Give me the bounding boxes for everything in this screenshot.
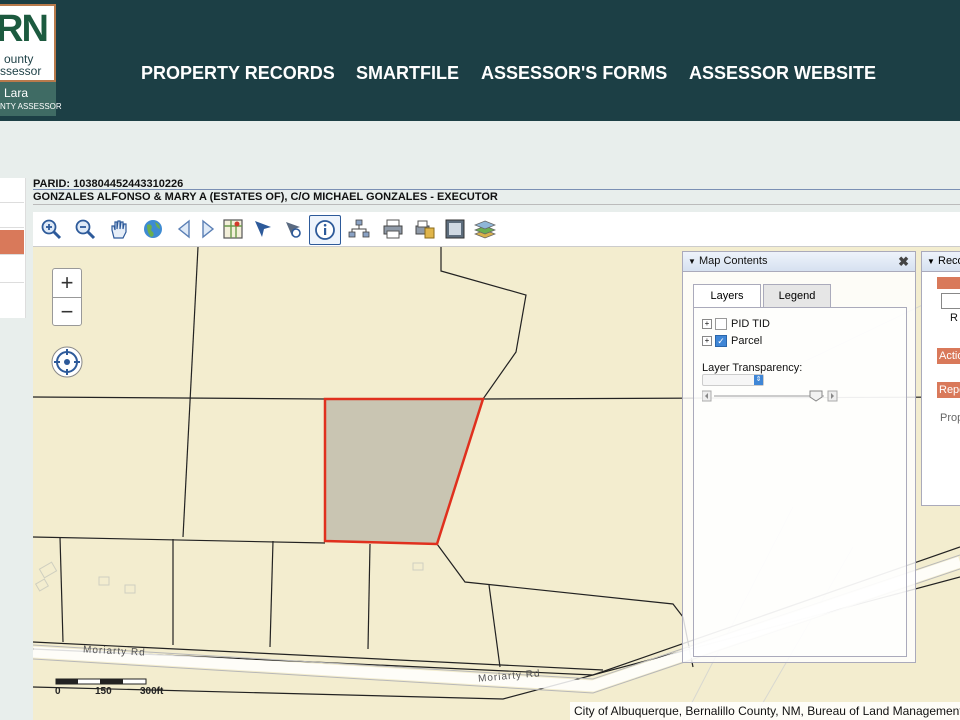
layer-transparency-select[interactable]: ⇕: [702, 374, 764, 386]
map-contents-title: Map Contents: [699, 255, 768, 267]
property-text: Prop: [940, 412, 960, 424]
actions-button[interactable]: Actio: [937, 348, 960, 364]
zoom-in-icon[interactable]: [39, 217, 63, 241]
globe-icon[interactable]: [141, 217, 165, 241]
layer-checkbox-parcel[interactable]: ✓: [715, 335, 727, 347]
layers-pane: + PID TID + ✓ Parcel Layer Transparency:…: [693, 307, 907, 657]
left-tab-4[interactable]: [0, 258, 24, 283]
zoom-out-icon[interactable]: [73, 217, 97, 241]
map-contents-header[interactable]: ▼ Map Contents ✖: [683, 252, 915, 272]
transparency-slider[interactable]: [702, 390, 838, 402]
print-icon[interactable]: [381, 217, 405, 241]
parcel-owner: GONZALES ALFONSO & MARY A (ESTATES OF), …: [33, 191, 498, 203]
county-assessor-logo[interactable]: RN ounty ssessor Lara NTY ASSESSOR: [0, 4, 62, 116]
map-toolbar: [33, 212, 960, 247]
select-arrow-icon[interactable]: [251, 217, 275, 241]
tab-layers[interactable]: Layers: [693, 284, 761, 308]
header-divider-2: [33, 204, 960, 205]
layer-pid-tid[interactable]: + PID TID: [702, 318, 770, 330]
layer-parcel[interactable]: + ✓ Parcel: [702, 335, 762, 347]
record-tab-active[interactable]: [937, 277, 960, 289]
left-tab-2[interactable]: [0, 203, 24, 228]
record-panel-header[interactable]: ▼ Reco: [922, 252, 960, 272]
zoom-in-button[interactable]: +: [53, 269, 81, 298]
record-panel: ▼ Reco R Actio Repo Prop: [921, 251, 960, 506]
nav-assessor-website[interactable]: ASSESSOR WEBSITE: [689, 63, 876, 84]
scale-label-300: 300ft: [140, 686, 164, 697]
layer-transparency-label: Layer Transparency:: [702, 362, 803, 374]
nav-property-records[interactable]: PROPERTY RECORDS: [141, 63, 335, 84]
left-tab-active[interactable]: [0, 230, 24, 255]
logo-assessor-title: NTY ASSESSOR: [0, 102, 62, 111]
logo-letters: RN: [0, 8, 49, 50]
select-point-icon[interactable]: [281, 217, 305, 241]
layer-label-parcel: Parcel: [731, 335, 763, 347]
map-layers-icon[interactable]: [221, 217, 245, 241]
layer-label-pid-tid: PID TID: [731, 318, 770, 330]
locate-icon[interactable]: [50, 345, 84, 379]
close-icon[interactable]: ✖: [898, 252, 909, 271]
logo-assessor-name: Lara: [4, 86, 29, 100]
network-icon[interactable]: [347, 217, 371, 241]
record-input[interactable]: [941, 293, 960, 309]
tab-legend[interactable]: Legend: [763, 284, 831, 307]
zoom-control: + −: [52, 268, 82, 326]
left-side-panel: [0, 178, 26, 318]
pan-hand-icon[interactable]: [107, 217, 131, 241]
select-arrows-icon: ⇕: [754, 375, 763, 385]
record-r-text: R: [950, 312, 958, 324]
layer-checkbox-pid-tid[interactable]: [715, 318, 727, 330]
print-preview-icon[interactable]: [413, 217, 437, 241]
nav-smartfile[interactable]: SMARTFILE: [356, 63, 459, 84]
screen-icon[interactable]: [443, 217, 467, 241]
info-icon[interactable]: [309, 215, 341, 245]
map-contents-panel: ▼ Map Contents ✖ Layers Legend + PID TID…: [682, 251, 916, 663]
stack-layers-icon[interactable]: [473, 217, 497, 241]
collapse-icon[interactable]: ▼: [688, 252, 696, 271]
expand-icon[interactable]: +: [702, 336, 712, 346]
reports-button[interactable]: Repo: [937, 382, 960, 398]
nav-assessors-forms[interactable]: ASSESSOR'S FORMS: [481, 63, 667, 84]
map-attribution: City of Albuquerque, Bernalillo County, …: [570, 702, 960, 720]
expand-icon[interactable]: +: [702, 319, 712, 329]
collapse-icon[interactable]: ▼: [927, 252, 935, 271]
logo-line-2: ssessor: [0, 64, 42, 78]
forward-arrow-icon[interactable]: [195, 217, 219, 241]
scale-label-0: 0: [55, 686, 61, 697]
scale-label-150: 150: [95, 686, 112, 697]
back-arrow-icon[interactable]: [173, 217, 197, 241]
zoom-out-button[interactable]: −: [53, 298, 81, 326]
record-panel-title: Reco: [938, 255, 960, 267]
header-divider: [33, 189, 960, 190]
site-header: [0, 0, 960, 121]
left-tab-1[interactable]: [0, 178, 24, 203]
